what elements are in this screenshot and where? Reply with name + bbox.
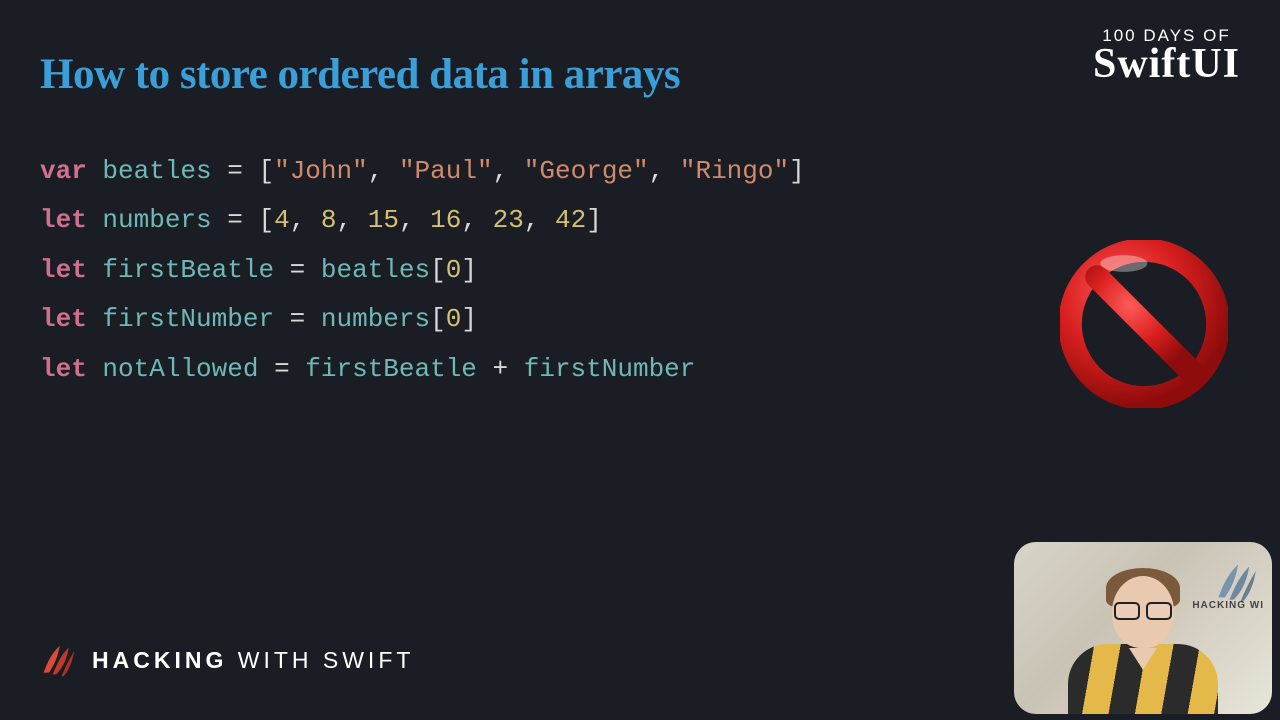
- brand-text: HACKING WITH SWIFT: [92, 647, 414, 674]
- op: =: [227, 156, 243, 186]
- number: 0: [446, 255, 462, 285]
- keyword: let: [40, 304, 87, 334]
- bracket: [: [258, 156, 274, 186]
- bracket: ]: [789, 156, 805, 186]
- identifier: numbers: [321, 304, 430, 334]
- identifier: numbers: [102, 205, 211, 235]
- number: 4: [274, 205, 290, 235]
- number: 0: [446, 304, 462, 334]
- swift-icon: [1214, 560, 1258, 604]
- string: "John": [274, 156, 368, 186]
- identifier: firstBeatle: [305, 354, 477, 384]
- identifier: beatles: [321, 255, 430, 285]
- course-logo: 100 DAYS OF SwiftUI: [1093, 26, 1240, 84]
- keyword: var: [40, 156, 87, 186]
- identifier: beatles: [102, 156, 211, 186]
- identifier: notAllowed: [102, 354, 258, 384]
- brand-logo: HACKING WITH SWIFT: [40, 642, 414, 678]
- identifier: firstBeatle: [102, 255, 274, 285]
- swift-icon: [40, 642, 76, 678]
- keyword: let: [40, 354, 87, 384]
- slide-title: How to store ordered data in arrays: [40, 50, 1240, 99]
- course-logo-line2: SwiftUI: [1093, 46, 1240, 84]
- presenter-webcam: HACKING WI: [1014, 542, 1272, 714]
- number: 42: [555, 205, 586, 235]
- number: 23: [493, 205, 524, 235]
- keyword: let: [40, 205, 87, 235]
- identifier: firstNumber: [102, 304, 274, 334]
- string: "Paul": [399, 156, 493, 186]
- identifier: firstNumber: [524, 354, 696, 384]
- number: 8: [321, 205, 337, 235]
- prohibited-icon: [1060, 240, 1228, 408]
- number: 16: [430, 205, 461, 235]
- string: "Ringo": [680, 156, 789, 186]
- presenter-illustration: [1068, 564, 1218, 714]
- string: "George": [524, 156, 649, 186]
- keyword: let: [40, 255, 87, 285]
- number: 15: [368, 205, 399, 235]
